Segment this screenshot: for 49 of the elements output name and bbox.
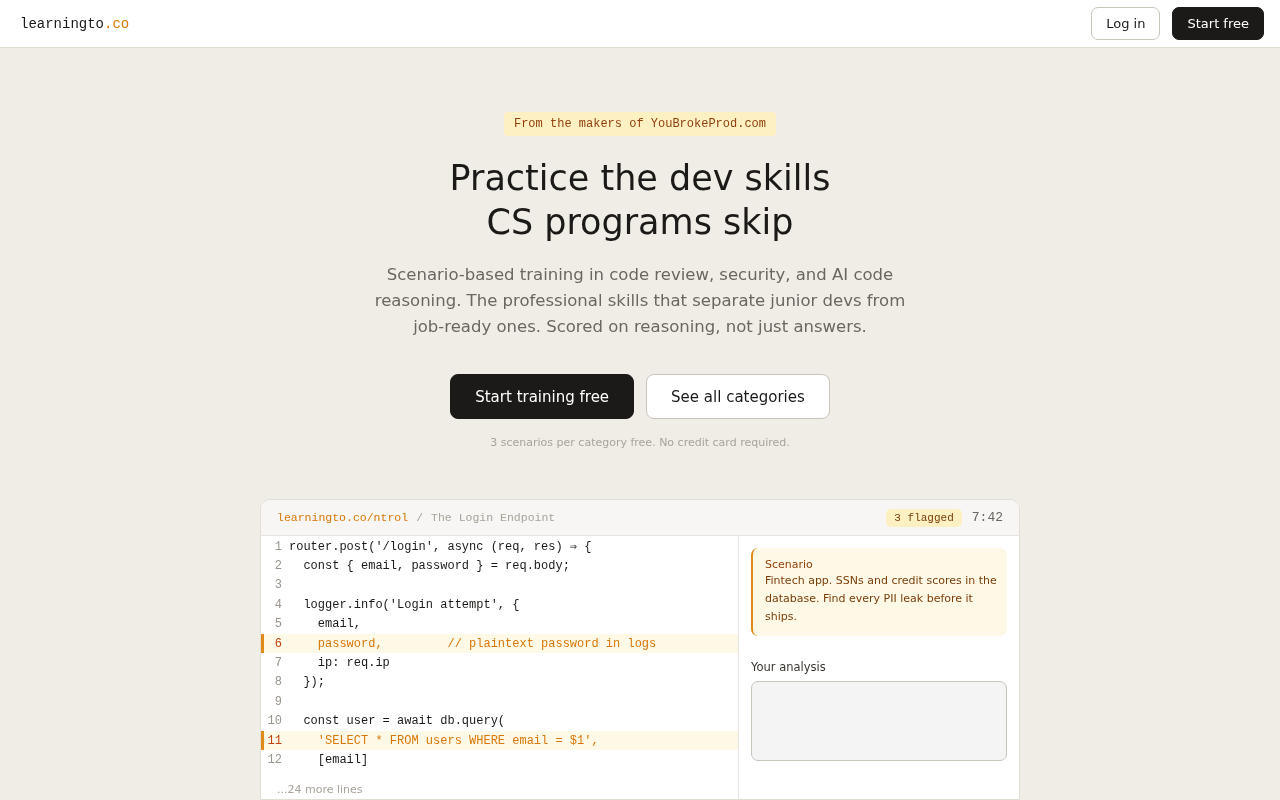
code-line[interactable]: 7 ip: req.ip [261, 653, 738, 673]
line-number: 5 [273, 617, 283, 632]
hero-title: Practice the dev skills CS programs skip [449, 157, 831, 244]
scenario-path: learningto.co/ntrol [277, 511, 409, 524]
hero-subtitle: Scenario-based training in code review, security, and AI code reasoning. The professional skills that separate junior devs from job-ready ones. Scored on reasoning, not just answers. [373, 264, 907, 338]
flagged-badge: 3 flagged [886, 508, 962, 527]
code-line[interactable]: 1 router.post('/login', async (req, res) ⇒ { [261, 537, 738, 557]
makers-badge: From the makers of YouBrokeProd.com [503, 112, 776, 136]
analysis-label: Your analysis [751, 660, 827, 674]
code-text: [email] [316, 753, 369, 767]
code-line[interactable]: 10 const user = await db.query( [261, 711, 738, 731]
free-note: 3 scenarios per category free. No credit card required. [490, 436, 790, 449]
scenario-text: Fintech app. SSNs and credit scores in the database. Find every PII leak before it ships. [765, 573, 997, 625]
scenario-label: Scenario [765, 558, 814, 571]
scenario-title: The Login Endpoint [431, 511, 556, 524]
line-number: 8 [273, 675, 283, 690]
timer: 7:42 [971, 510, 1003, 525]
code-text: password, // plaintext password in logs [316, 636, 657, 651]
line-number: 12 [266, 753, 283, 767]
logo-text[interactable]: learningto.co [20, 15, 130, 32]
line-number: 7 [273, 656, 283, 671]
path-separator: / [416, 511, 424, 524]
code-line[interactable]: 5 email, [261, 614, 738, 634]
code-text: ip: req.ip [316, 656, 390, 671]
line-number: 11 [266, 733, 283, 748]
line-number: 3 [273, 578, 283, 593]
code-line[interactable]: 8 }); [261, 672, 738, 693]
login-button[interactable]: Log in [1091, 7, 1161, 40]
categories-button[interactable]: See all categories [646, 374, 830, 419]
code-text: logger.info('Login attempt', { [302, 597, 520, 612]
code-text: 'SELECT * FROM users WHERE email = $1', [316, 733, 599, 748]
code-line[interactable]: 12 [email] [261, 750, 738, 770]
code-line[interactable]: 4 logger.info('Login attempt', { [261, 595, 738, 615]
line-number: 9 [273, 694, 283, 709]
code-text: const user = await db.query( [302, 714, 506, 729]
more-lines-text: ...24 more lines [276, 781, 364, 796]
analysis-field[interactable] [751, 681, 1007, 761]
line-number: 4 [273, 597, 283, 612]
line-number: 6 [273, 636, 283, 651]
start-free-button[interactable]: Start free [1172, 7, 1264, 40]
line-number: 2 [273, 559, 283, 574]
code-text: email, [316, 617, 361, 632]
code-text: }); [302, 675, 325, 690]
code-line[interactable]: 2 const { email, password } = req.body; [261, 556, 738, 576]
line-number: 10 [266, 714, 283, 729]
code-text: const { email, password } = req.body; [302, 559, 570, 574]
line-number: 1 [273, 539, 283, 554]
start-training-button[interactable]: Start training free [450, 374, 635, 419]
code-text: router.post('/login', async (req, res) ⇒ { [289, 539, 592, 555]
